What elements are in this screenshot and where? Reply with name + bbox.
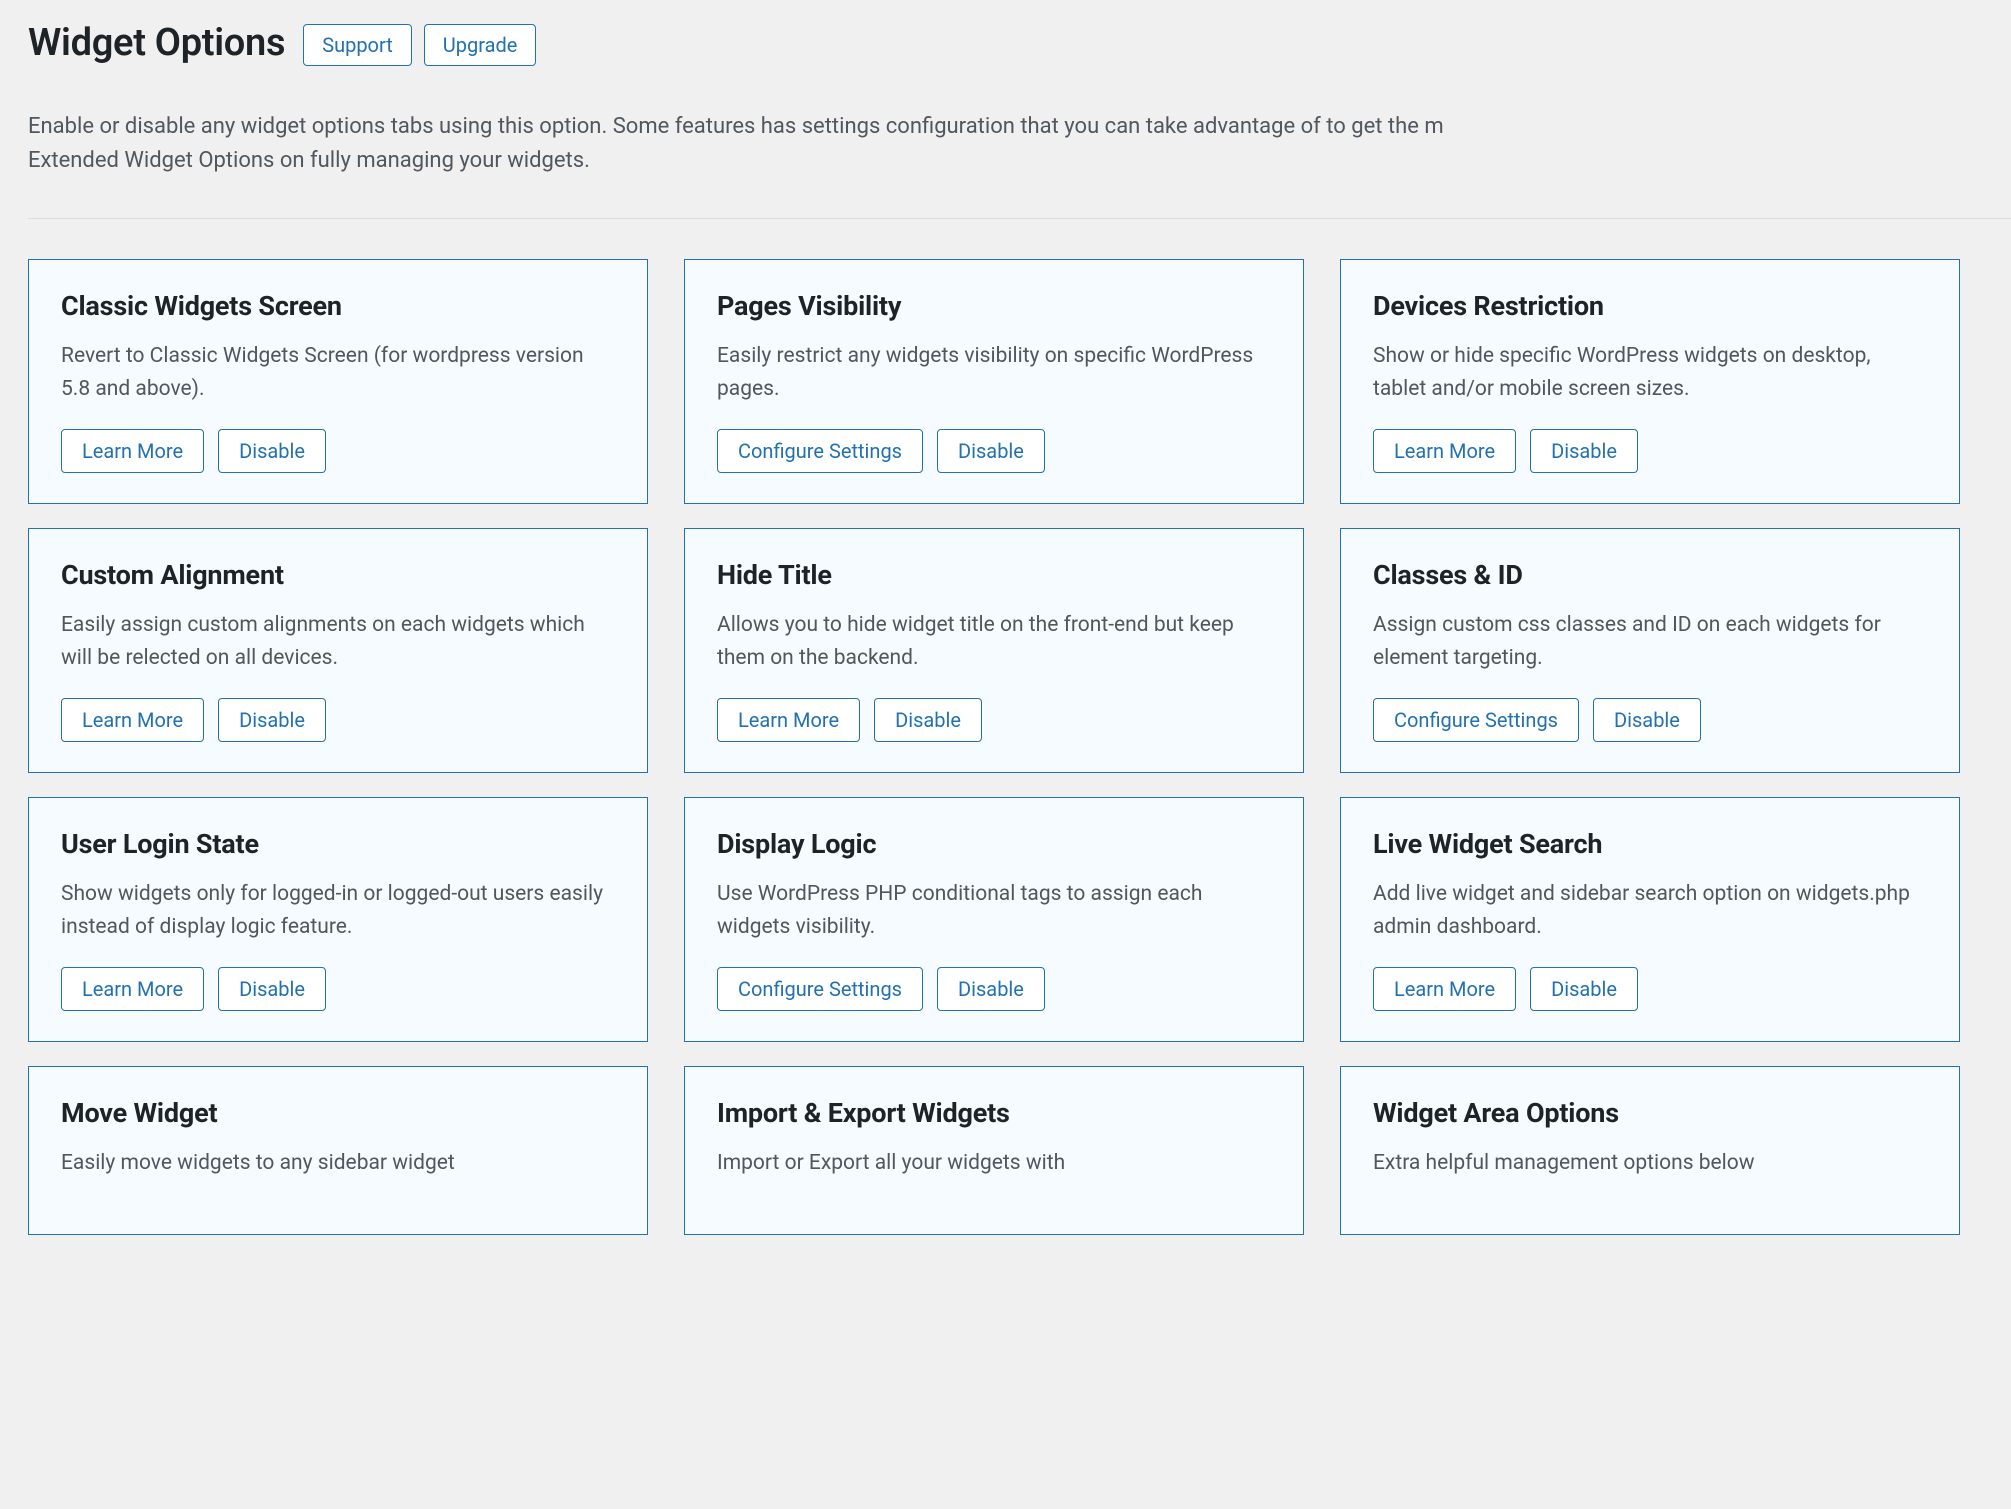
card-display-logic: Display Logic Use WordPress PHP conditio… (684, 797, 1304, 1042)
intro-line-2: Extended Widget Options on fully managin… (28, 144, 2011, 178)
card-description: Extra helpful management options below (1373, 1147, 1927, 1180)
header-buttons: Support Upgrade (303, 24, 536, 66)
options-grid: Classic Widgets Screen Revert to Classic… (28, 259, 2011, 1235)
card-title: Pages Visibility (717, 290, 1271, 322)
support-button[interactable]: Support (303, 24, 412, 66)
disable-button[interactable]: Disable (218, 429, 326, 473)
card-description: Import or Export all your widgets with (717, 1147, 1271, 1180)
section-divider (28, 218, 2011, 219)
card-title: Classes & ID (1373, 559, 1927, 591)
card-actions: Learn More Disable (717, 698, 1271, 742)
card-title: Widget Area Options (1373, 1097, 1927, 1129)
card-move-widget: Move Widget Easily move widgets to any s… (28, 1066, 648, 1235)
card-actions: Learn More Disable (1373, 429, 1927, 473)
card-user-login-state: User Login State Show widgets only for l… (28, 797, 648, 1042)
configure-settings-button[interactable]: Configure Settings (1373, 698, 1579, 742)
disable-button[interactable]: Disable (937, 967, 1045, 1011)
disable-button[interactable]: Disable (1593, 698, 1701, 742)
card-classes-id: Classes & ID Assign custom css classes a… (1340, 528, 1960, 773)
disable-button[interactable]: Disable (218, 967, 326, 1011)
card-description: Revert to Classic Widgets Screen (for wo… (61, 340, 615, 405)
disable-button[interactable]: Disable (1530, 967, 1638, 1011)
card-title: Live Widget Search (1373, 828, 1927, 860)
card-live-widget-search: Live Widget Search Add live widget and s… (1340, 797, 1960, 1042)
card-import-export-widgets: Import & Export Widgets Import or Export… (684, 1066, 1304, 1235)
disable-button[interactable]: Disable (1530, 429, 1638, 473)
page-header: Widget Options Support Upgrade (28, 20, 2011, 66)
card-title: Hide Title (717, 559, 1271, 591)
learn-more-button[interactable]: Learn More (1373, 967, 1516, 1011)
card-title: Devices Restriction (1373, 290, 1927, 322)
card-description: Show widgets only for logged-in or logge… (61, 878, 615, 943)
intro-text: Enable or disable any widget options tab… (28, 110, 2011, 178)
card-devices-restriction: Devices Restriction Show or hide specifi… (1340, 259, 1960, 504)
card-description: Assign custom css classes and ID on each… (1373, 609, 1927, 674)
learn-more-button[interactable]: Learn More (61, 429, 204, 473)
card-title: Move Widget (61, 1097, 615, 1129)
card-actions: Learn More Disable (61, 698, 615, 742)
disable-button[interactable]: Disable (218, 698, 326, 742)
card-actions: Configure Settings Disable (717, 429, 1271, 473)
card-title: Custom Alignment (61, 559, 615, 591)
learn-more-button[interactable]: Learn More (717, 698, 860, 742)
card-actions: Learn More Disable (1373, 967, 1927, 1011)
upgrade-button[interactable]: Upgrade (424, 24, 537, 66)
card-classic-widgets-screen: Classic Widgets Screen Revert to Classic… (28, 259, 648, 504)
configure-settings-button[interactable]: Configure Settings (717, 967, 923, 1011)
page-title: Widget Options (28, 21, 285, 65)
card-description: Show or hide specific WordPress widgets … (1373, 340, 1927, 405)
learn-more-button[interactable]: Learn More (61, 967, 204, 1011)
disable-button[interactable]: Disable (874, 698, 982, 742)
disable-button[interactable]: Disable (937, 429, 1045, 473)
card-custom-alignment: Custom Alignment Easily assign custom al… (28, 528, 648, 773)
card-pages-visibility: Pages Visibility Easily restrict any wid… (684, 259, 1304, 504)
configure-settings-button[interactable]: Configure Settings (717, 429, 923, 473)
card-description: Easily restrict any widgets visibility o… (717, 340, 1271, 405)
card-actions: Configure Settings Disable (717, 967, 1271, 1011)
card-title: Classic Widgets Screen (61, 290, 615, 322)
card-hide-title: Hide Title Allows you to hide widget tit… (684, 528, 1304, 773)
card-description: Use WordPress PHP conditional tags to as… (717, 878, 1271, 943)
learn-more-button[interactable]: Learn More (1373, 429, 1516, 473)
card-description: Allows you to hide widget title on the f… (717, 609, 1271, 674)
card-title: Import & Export Widgets (717, 1097, 1271, 1129)
card-description: Easily move widgets to any sidebar widge… (61, 1147, 615, 1180)
card-description: Add live widget and sidebar search optio… (1373, 878, 1927, 943)
intro-line-1: Enable or disable any widget options tab… (28, 110, 2011, 144)
card-widget-area-options: Widget Area Options Extra helpful manage… (1340, 1066, 1960, 1235)
card-actions: Learn More Disable (61, 967, 615, 1011)
card-actions: Configure Settings Disable (1373, 698, 1927, 742)
card-description: Easily assign custom alignments on each … (61, 609, 615, 674)
learn-more-button[interactable]: Learn More (61, 698, 204, 742)
card-title: Display Logic (717, 828, 1271, 860)
card-title: User Login State (61, 828, 615, 860)
card-actions: Learn More Disable (61, 429, 615, 473)
